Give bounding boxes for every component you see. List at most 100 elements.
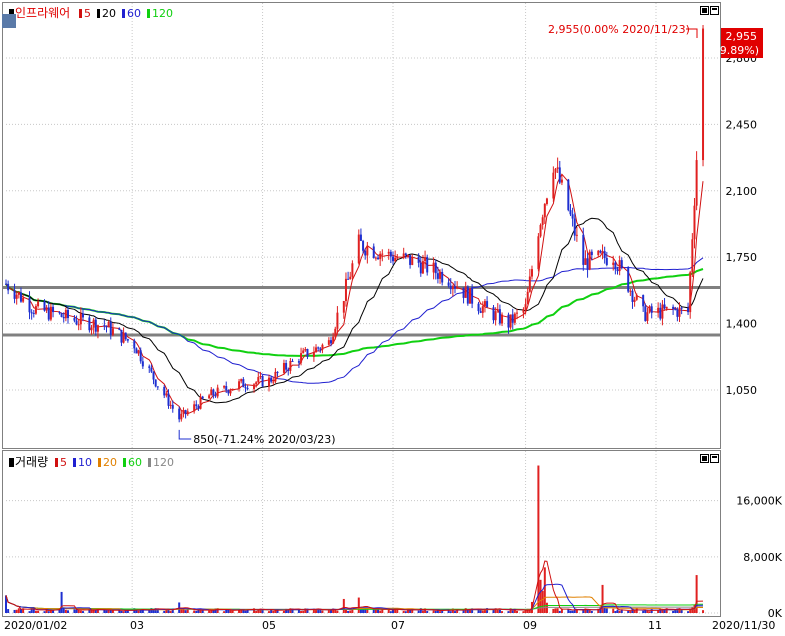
candle-body — [646, 312, 649, 321]
candle-body — [541, 217, 544, 225]
candle-body — [605, 258, 608, 265]
candle-body — [49, 306, 52, 320]
price-legend-item: 120 — [152, 7, 173, 20]
volume-bar — [552, 608, 555, 613]
candle-body — [152, 371, 155, 380]
volume-bar — [255, 610, 258, 613]
candle-body — [43, 301, 46, 311]
volume-bar — [381, 609, 384, 613]
candle-body — [150, 367, 153, 372]
candle-body — [362, 240, 365, 251]
candle-body — [377, 257, 380, 260]
candle-body — [208, 395, 211, 399]
candle-body — [406, 255, 409, 257]
candle-body — [588, 251, 591, 270]
candle-body — [657, 307, 660, 313]
candle-body — [156, 386, 159, 388]
candle-body — [195, 404, 198, 407]
candle-body — [364, 250, 367, 256]
candle-body — [678, 307, 681, 317]
candle-body — [225, 386, 228, 391]
candle-body — [659, 307, 662, 319]
candle-body — [691, 239, 694, 273]
price-panel-maximize-button[interactable] — [710, 6, 719, 15]
price-tick-label: 1,400 — [726, 318, 758, 331]
volume-legend-swatch — [55, 458, 58, 467]
volume-bar — [302, 610, 305, 613]
candle-body — [111, 328, 114, 335]
candle-body — [436, 273, 439, 279]
volume-bar — [389, 611, 392, 613]
chart-canvas[interactable]: 2,8002,4502,1001,7501,4001,05016,000K8,0… — [0, 0, 785, 633]
candle-body — [590, 251, 593, 256]
candle-body — [214, 395, 217, 397]
volume-bar — [109, 610, 112, 613]
volume-bar — [462, 610, 465, 613]
volume-bar — [208, 610, 211, 613]
volume-bar — [524, 610, 527, 613]
candle-body — [32, 312, 35, 314]
candle-body — [62, 316, 65, 319]
volume-bar — [282, 610, 285, 613]
candle-body — [109, 321, 112, 335]
volume-bar — [184, 610, 187, 613]
candle-body — [96, 325, 99, 332]
candle-body — [528, 276, 531, 292]
volume-bar — [404, 611, 407, 613]
candle-body — [253, 384, 256, 390]
volume-bar — [454, 611, 457, 613]
candle-body — [133, 340, 136, 349]
candle-body — [210, 389, 213, 396]
candle-body — [212, 389, 215, 396]
candle-body — [347, 278, 350, 280]
price-panel-minimize-button[interactable] — [700, 6, 709, 15]
candle-body — [379, 253, 382, 260]
volume-bar — [210, 610, 213, 613]
candle-body — [17, 292, 20, 295]
candle — [261, 374, 264, 388]
candle-body — [648, 306, 651, 313]
candle-body — [242, 379, 245, 388]
volume-bar — [569, 610, 572, 613]
candle-body — [567, 179, 570, 211]
candle-body — [537, 236, 540, 270]
candle-body — [513, 313, 516, 323]
candle-body — [702, 28, 705, 161]
candle-body — [601, 251, 604, 253]
candle-body — [441, 271, 444, 283]
candle-body — [421, 261, 424, 274]
candle-body — [267, 377, 270, 387]
candle-body — [447, 282, 450, 286]
volume-bar — [315, 610, 318, 613]
volume-bar — [105, 610, 108, 613]
candle — [426, 254, 429, 276]
volume-bar — [588, 610, 591, 613]
candle — [567, 178, 570, 212]
candle-body — [186, 411, 189, 415]
candle-body — [304, 349, 307, 351]
candle-body — [229, 390, 232, 394]
candle — [154, 379, 157, 388]
candle-body — [633, 299, 636, 302]
candle-body — [477, 303, 480, 312]
candle-body — [695, 160, 698, 206]
candle-body — [336, 312, 339, 329]
volume-bar — [169, 611, 172, 613]
candle-body — [274, 371, 277, 382]
volume-panel-maximize-button[interactable] — [710, 454, 719, 463]
volume-panel-minimize-button[interactable] — [700, 454, 709, 463]
candle-body — [424, 257, 427, 262]
candle-body — [182, 410, 185, 414]
volume-bar — [67, 610, 70, 613]
volume-legend-marker — [9, 458, 14, 467]
current-price-value: 2,955 — [726, 30, 758, 43]
candle-body — [449, 285, 452, 290]
candle-body — [586, 258, 589, 270]
candle-body — [687, 308, 690, 313]
candle-body — [569, 210, 572, 215]
volume-bar — [92, 610, 95, 613]
candle-body — [302, 350, 305, 354]
candle-body — [558, 167, 561, 183]
candle-body — [672, 306, 675, 309]
volume-bar — [336, 610, 339, 613]
